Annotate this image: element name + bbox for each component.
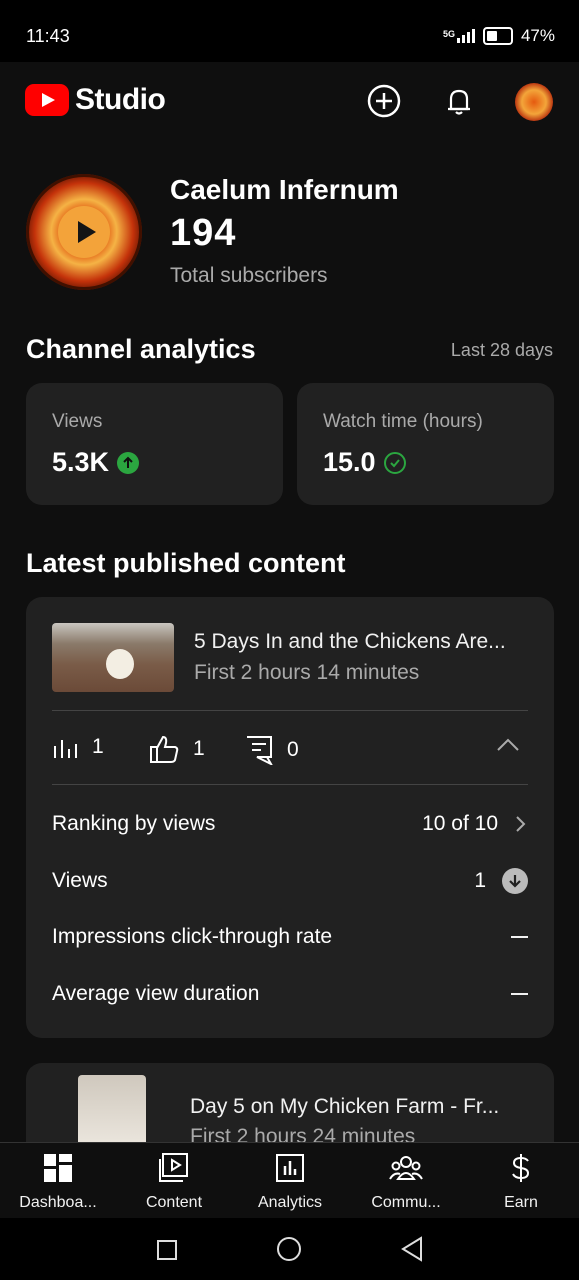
status-indicators: 5G 47% xyxy=(443,26,555,46)
subscriber-label: Total subscribers xyxy=(170,264,328,287)
ctr-label: Impressions click-through rate xyxy=(52,925,333,948)
nav-label: Content xyxy=(145,1194,203,1211)
dollar-icon xyxy=(512,1154,530,1182)
collapse-button[interactable] xyxy=(496,737,520,758)
latest-video-card: 5 Days In and the Chickens Are... First … xyxy=(26,597,554,1038)
home-button[interactable] xyxy=(276,1236,302,1267)
analytics-title: Channel analytics xyxy=(26,334,256,364)
check-circle-icon xyxy=(383,451,406,474)
ranking-label: Ranking by views xyxy=(52,812,216,835)
analytics-icon xyxy=(276,1154,304,1182)
watch-time-label: Watch time (hours) xyxy=(323,411,483,432)
triangle-back-icon xyxy=(401,1236,422,1262)
add-circle-icon xyxy=(367,84,401,118)
system-navigation-bar xyxy=(0,1218,579,1280)
status-bar: 11:43 5G 47% xyxy=(0,0,579,62)
ranking-row[interactable]: Ranking by views 10 of 10 xyxy=(52,812,528,836)
latest-content-title: Latest published content xyxy=(26,548,346,578)
recents-button[interactable] xyxy=(156,1239,178,1266)
ctr-row: Impressions click-through rate xyxy=(52,925,528,949)
nav-content[interactable]: Content xyxy=(116,1153,232,1212)
account-avatar[interactable] xyxy=(515,83,553,121)
community-icon xyxy=(389,1156,423,1180)
watch-time-value: 15.0 xyxy=(323,447,376,477)
channel-name: Caelum Infernum xyxy=(170,174,399,205)
ctr-empty-dash xyxy=(511,936,528,938)
nav-label: Analytics xyxy=(257,1194,323,1211)
create-button[interactable] xyxy=(366,83,402,119)
chevron-right-icon xyxy=(516,816,526,832)
divider xyxy=(52,784,528,785)
nav-label: Earn xyxy=(504,1194,538,1211)
square-icon xyxy=(157,1240,177,1260)
views-stat: 1 xyxy=(52,735,104,759)
views-metric-card[interactable]: Views 5.3K xyxy=(26,383,283,505)
nav-earn[interactable]: Earn xyxy=(463,1153,579,1212)
content-icon xyxy=(159,1153,188,1182)
watch-time-value-wrap: 15.0 xyxy=(323,447,406,478)
views-row-value: 1 xyxy=(474,869,486,892)
app-header: Studio xyxy=(0,62,579,140)
comments-stat-value: 0 xyxy=(287,738,299,761)
nav-label: Commu... xyxy=(371,1194,441,1211)
bottom-navigation: Dashboa... Content Analytics Commu... Ea… xyxy=(0,1142,579,1219)
avd-label: Average view duration xyxy=(52,982,260,1005)
arrow-down-icon xyxy=(502,868,528,894)
comment-icon xyxy=(247,736,273,765)
watch-time-metric-card[interactable]: Watch time (hours) 15.0 xyxy=(297,383,554,505)
channel-avatar xyxy=(26,174,142,290)
likes-stat: 1 xyxy=(149,735,205,763)
views-stat-value: 1 xyxy=(92,735,104,758)
notifications-button[interactable] xyxy=(441,83,477,119)
comments-stat: 0 xyxy=(245,735,299,765)
thumbs-up-icon xyxy=(150,735,179,763)
subscriber-count: 194 xyxy=(170,212,237,254)
arrow-up-icon xyxy=(117,451,140,474)
signal-icon: 5G xyxy=(443,29,475,43)
divider xyxy=(52,710,528,711)
back-button[interactable] xyxy=(400,1236,424,1267)
views-metric-label: Views xyxy=(52,411,103,432)
views-row: Views 1 xyxy=(52,868,528,894)
ranking-value: 10 of 10 xyxy=(422,812,498,835)
analytics-period: Last 28 days xyxy=(450,340,553,360)
avd-empty-dash xyxy=(511,993,528,995)
views-row-label: Views xyxy=(52,869,108,892)
chevron-up-icon xyxy=(497,738,519,751)
circle-icon xyxy=(277,1237,301,1261)
views-metric-value-wrap: 5.3K xyxy=(52,447,140,478)
bar-chart-icon xyxy=(54,740,77,758)
battery-percent: 47% xyxy=(520,26,555,45)
views-metric-value: 5.3K xyxy=(52,447,110,477)
studio-logo[interactable]: Studio xyxy=(25,83,166,117)
channel-summary: Caelum Infernum 194 Total subscribers xyxy=(26,172,556,292)
nav-dashboard[interactable]: Dashboa... xyxy=(0,1153,116,1212)
nav-community[interactable]: Commu... xyxy=(348,1153,464,1212)
video-title[interactable]: Day 5 on My Chicken Farm - Fr... xyxy=(190,1095,530,1119)
video-title[interactable]: 5 Days In and the Chickens Are... xyxy=(194,630,534,654)
brand-wordmark: Studio xyxy=(75,83,166,116)
bell-icon xyxy=(448,89,470,115)
battery-icon xyxy=(482,27,513,45)
dashboard-icon xyxy=(44,1154,72,1182)
video-period: First 2 hours 14 minutes xyxy=(194,661,420,684)
video-thumbnail[interactable] xyxy=(52,623,174,692)
network-type: 5G xyxy=(442,29,455,39)
nav-label: Dashboa... xyxy=(19,1194,97,1211)
likes-stat-value: 1 xyxy=(193,737,205,760)
status-time: 11:43 xyxy=(26,26,70,46)
avd-row: Average view duration xyxy=(52,982,528,1006)
nav-analytics[interactable]: Analytics xyxy=(232,1153,348,1212)
youtube-logo-icon xyxy=(25,84,69,116)
